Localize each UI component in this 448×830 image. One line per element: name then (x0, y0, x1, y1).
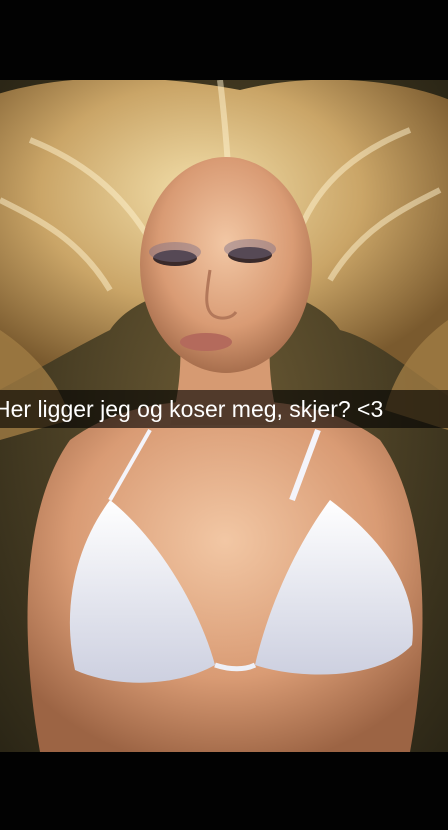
top-black-bar (0, 0, 448, 80)
bottom-black-bar (0, 752, 448, 830)
snap-caption-text: Her ligger jeg og koser meg, skjer? <3 (0, 396, 384, 422)
snap-caption-bar: Her ligger jeg og koser meg, skjer? <3 (0, 390, 448, 428)
